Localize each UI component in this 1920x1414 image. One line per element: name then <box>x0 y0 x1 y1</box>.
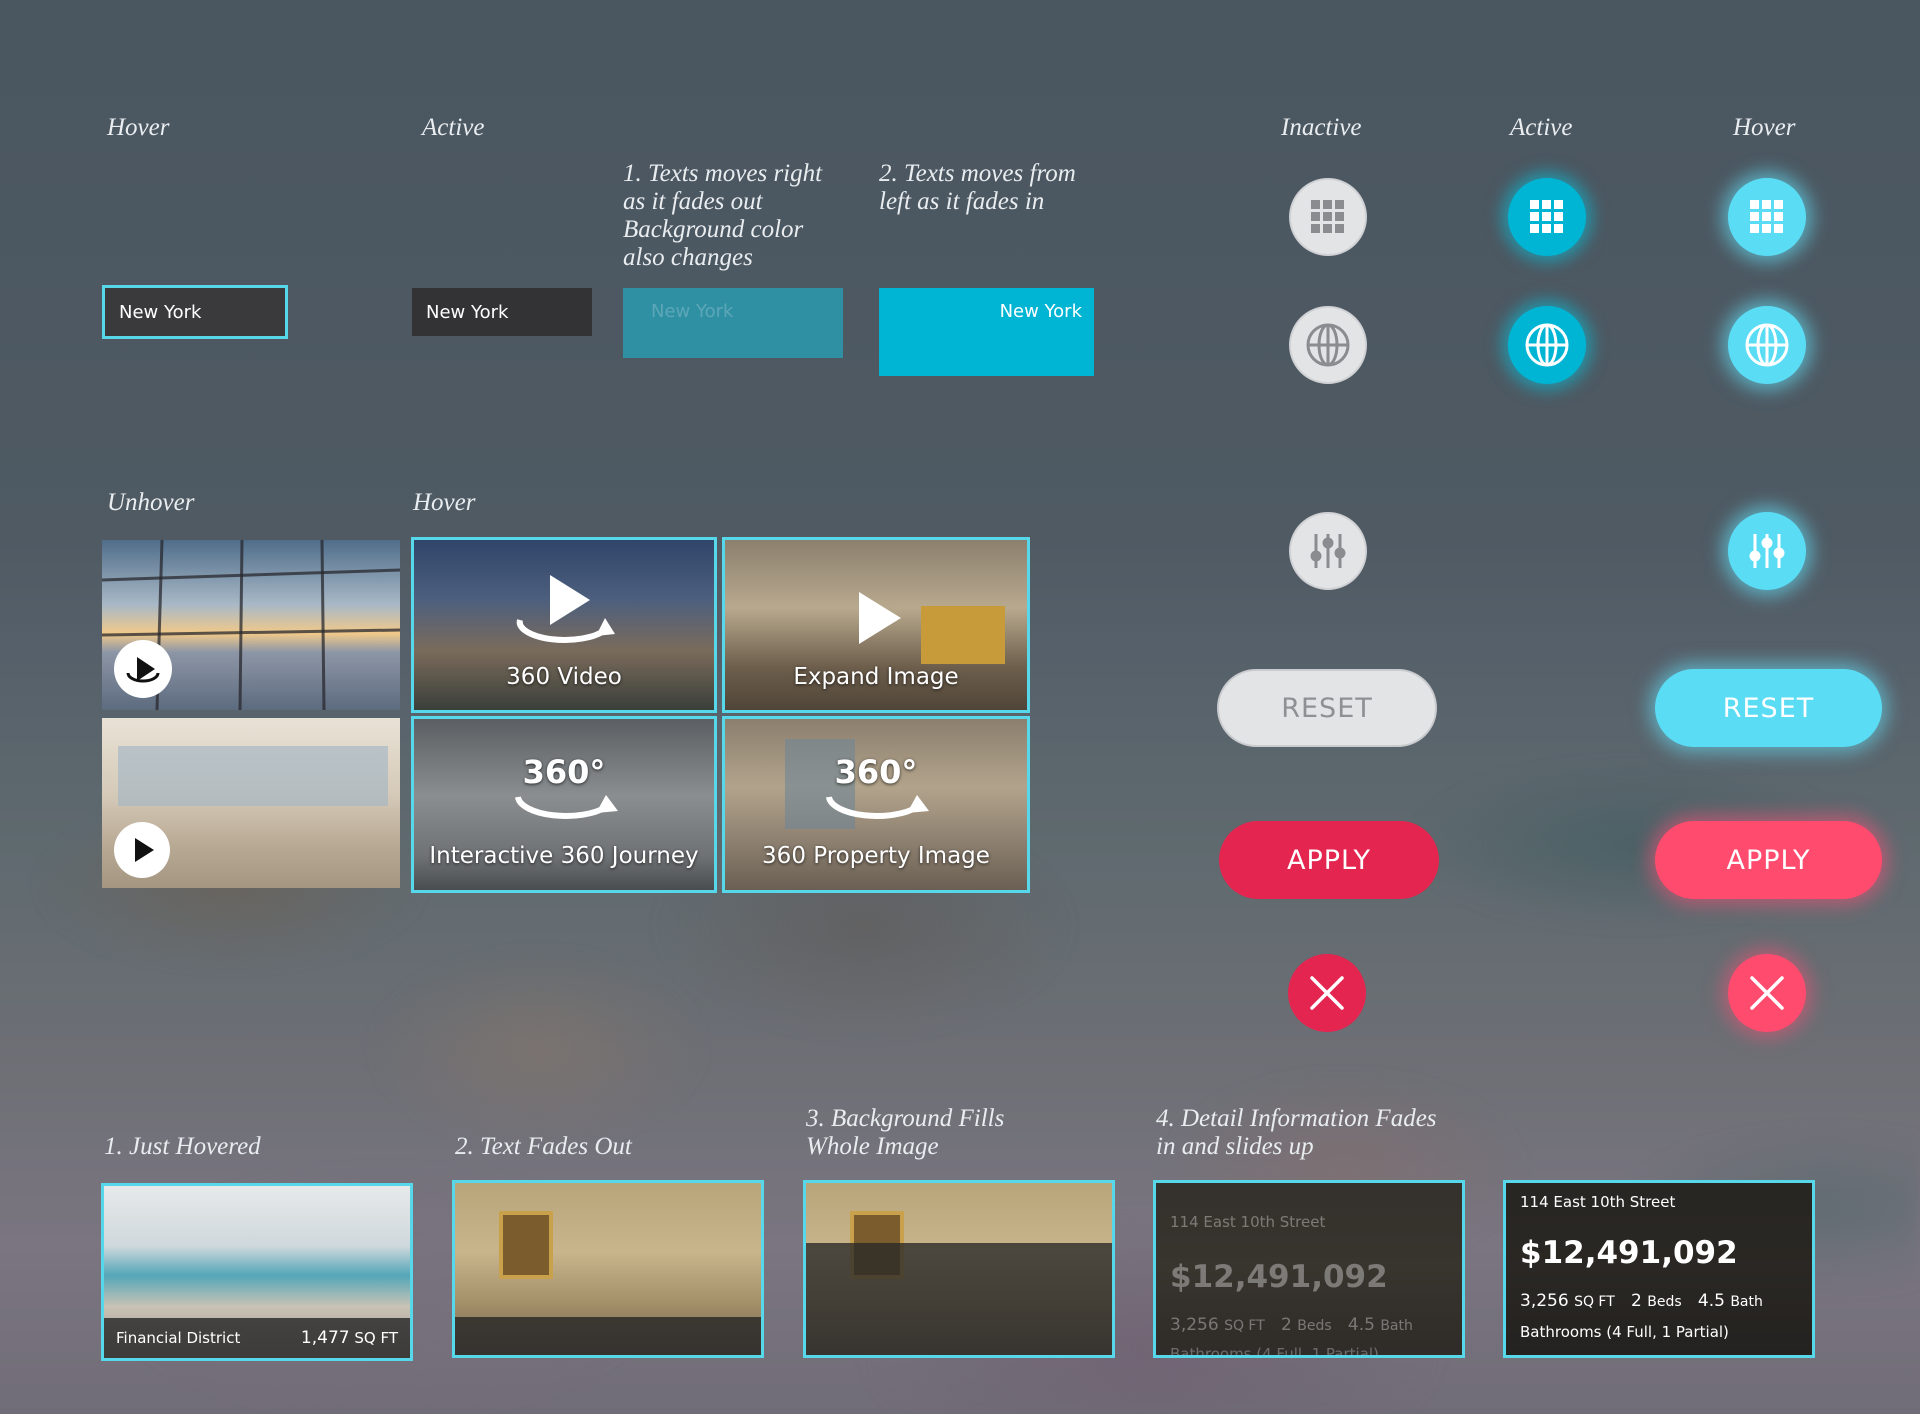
play-icon <box>135 838 154 862</box>
label-inactive-col: Inactive <box>1281 114 1362 141</box>
sliders-icon <box>1310 534 1346 568</box>
media-thumb-360-video-hover[interactable]: 360 Video <box>411 537 717 713</box>
card-bathrooms-detail: Bathrooms (4 Full, 1 Partial) <box>1520 1323 1729 1341</box>
window-decor <box>118 746 388 806</box>
globe-icon <box>1745 323 1789 367</box>
card-stats: 3,256 SQ FT 2 Beds 4.5 Bath <box>1170 1315 1413 1335</box>
360-video-badge[interactable] <box>114 640 172 698</box>
media-thumb-360-property-hover[interactable]: 360° 360 Property Image <box>722 716 1030 893</box>
label-step2-fade: 2. Texts moves from left as it fades in <box>879 160 1076 215</box>
label-active-col: Active <box>1510 114 1573 141</box>
reset-label: RESET <box>1722 692 1815 724</box>
property-card-details[interactable]: 114 East 10th Street $12,491,092 3,256 S… <box>1503 1180 1815 1358</box>
label-active-field: Active <box>422 114 485 141</box>
property-card-just-hovered[interactable]: Financial District 1,477 SQ FT <box>101 1183 413 1361</box>
thumb-label: Expand Image <box>793 664 959 690</box>
location-field-hover[interactable]: New York <box>102 285 288 339</box>
property-card-details-fading[interactable]: 114 East 10th Street $12,491,092 3,256 S… <box>1153 1180 1465 1358</box>
card-address: 114 East 10th Street <box>1520 1193 1676 1211</box>
card-bathrooms-detail: Bathrooms (4 Full, 1 Partial) <box>1170 1345 1379 1358</box>
play-badge[interactable] <box>114 822 170 878</box>
label-card-step4: 4. Detail Information Fades in and slide… <box>1156 1105 1437 1160</box>
field-value: New York <box>119 301 202 323</box>
filter-button-hover[interactable] <box>1728 512 1806 590</box>
reset-button-hover[interactable]: RESET <box>1655 669 1882 747</box>
apply-button-hover[interactable]: APPLY <box>1655 821 1882 899</box>
card-sqft-value: 1,477 <box>300 1328 350 1348</box>
close-icon <box>1310 976 1344 1010</box>
rotate-360-icon <box>516 575 615 643</box>
card-neighborhood: Financial District <box>116 1329 241 1347</box>
field-value: New York <box>651 301 734 322</box>
property-card-text-fades[interactable] <box>452 1180 764 1358</box>
label-hover-thumbs: Hover <box>413 489 476 516</box>
apply-label: APPLY <box>1287 844 1371 876</box>
media-thumb-living-room-unhover[interactable] <box>102 718 400 888</box>
grid-icon <box>1530 200 1563 233</box>
thumb-label: 360 Video <box>506 664 622 690</box>
globe-icon <box>1306 323 1350 367</box>
close-button-hover[interactable] <box>1728 954 1806 1032</box>
rotate-360-icon <box>126 657 160 683</box>
card-stats: 3,256 SQ FT 2 Beds 4.5 Bath <box>1520 1291 1763 1311</box>
apply-button-inactive[interactable]: APPLY <box>1219 821 1439 899</box>
grid-view-button-active[interactable] <box>1508 178 1586 256</box>
sliders-icon <box>1749 534 1785 568</box>
label-hover-field: Hover <box>107 114 170 141</box>
360-badge: 360° <box>522 753 606 791</box>
globe-view-button-active[interactable] <box>1508 306 1586 384</box>
globe-view-button-inactive[interactable] <box>1289 306 1367 384</box>
thumb-label: Interactive 360 Journey <box>429 843 699 869</box>
apply-label: APPLY <box>1726 844 1811 876</box>
grid-view-button-inactive[interactable] <box>1289 178 1367 256</box>
label-card-step2: 2. Text Fades Out <box>455 1133 632 1160</box>
location-field-fading-in[interactable]: New York <box>879 288 1094 376</box>
artwork-decor <box>921 606 1005 664</box>
painting-decor <box>499 1211 553 1279</box>
card-price: $12,491,092 <box>1520 1235 1738 1271</box>
360-badge: 360° <box>834 753 918 791</box>
reset-label: RESET <box>1281 692 1373 724</box>
globe-icon <box>1525 323 1569 367</box>
close-button-inactive[interactable] <box>1288 954 1366 1032</box>
thumb-label: 360 Property Image <box>762 843 990 869</box>
fill-overlay <box>806 1243 1112 1355</box>
label-unhover: Unhover <box>107 489 195 516</box>
label-hover-col: Hover <box>1733 114 1796 141</box>
grid-icon <box>1750 200 1783 233</box>
grid-view-button-hover[interactable] <box>1728 178 1806 256</box>
close-icon <box>1750 976 1784 1010</box>
label-step1-fade: 1. Texts moves right as it fades out Bac… <box>623 160 823 271</box>
label-card-step1: 1. Just Hovered <box>104 1133 261 1160</box>
media-thumb-expand-image-hover[interactable]: Expand Image <box>722 537 1030 713</box>
card-sqft-unit: SQ FT <box>354 1329 398 1347</box>
play-icon <box>859 592 901 644</box>
reset-button-inactive[interactable]: RESET <box>1217 669 1437 747</box>
card-address: 114 East 10th Street <box>1170 1213 1326 1231</box>
media-thumb-360-journey-hover[interactable]: 360° Interactive 360 Journey <box>411 716 717 893</box>
location-field-active[interactable]: New York <box>412 288 592 336</box>
label-card-step3: 3. Background Fills Whole Image <box>806 1105 1005 1160</box>
property-card-background-fill[interactable] <box>803 1180 1115 1358</box>
field-value: New York <box>426 301 509 323</box>
card-price: $12,491,092 <box>1170 1259 1388 1295</box>
grid-icon <box>1311 200 1344 233</box>
field-value: New York <box>999 301 1082 322</box>
location-field-fading-out[interactable]: New York <box>623 288 843 358</box>
media-thumb-360-video-unhover[interactable] <box>102 540 400 710</box>
filter-button-inactive[interactable] <box>1289 512 1367 590</box>
globe-view-button-hover[interactable] <box>1728 306 1806 384</box>
